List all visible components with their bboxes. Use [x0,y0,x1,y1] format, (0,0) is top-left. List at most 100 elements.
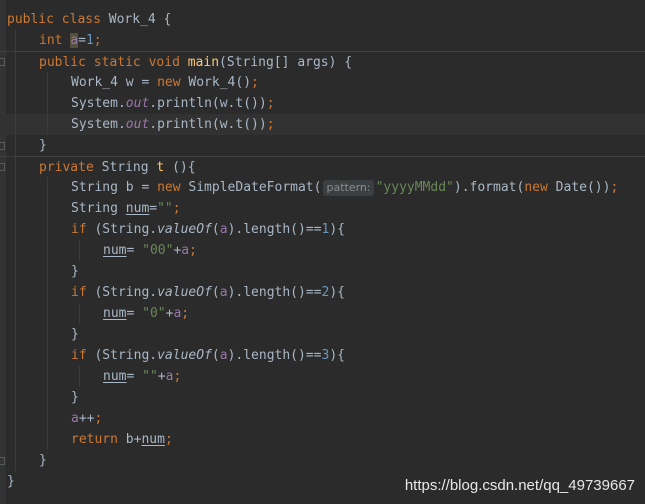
code-line[interactable]: if (String.valueOf(a).length()==1){ [0,219,645,240]
code-token: int [39,33,63,48]
code-token: ; [610,180,619,195]
code-token: ; [93,33,102,48]
code-line[interactable]: int a=1; [0,30,645,51]
code-line[interactable]: return b+num; [0,429,645,450]
code-token: ).length()== [227,222,322,237]
code-line[interactable]: num= "00"+a; [0,240,645,261]
indent-guide [79,240,80,261]
code-line[interactable]: a++; [0,408,645,429]
code-token: main [187,55,220,70]
code-line[interactable]: public static void main(String[] args) { [0,51,645,73]
code-line[interactable]: System.out.println(w.t()); [0,93,645,114]
code-token: public [7,12,54,27]
code-line[interactable]: } [0,450,645,471]
indent-guide [47,429,48,450]
code-token: Work_4 w = [71,75,158,90]
code-line[interactable]: } [0,324,645,345]
code-text: if (String.valueOf(a).length()==1){ [71,219,345,240]
code-token: ; [266,117,275,132]
indent-guide [79,303,80,324]
indent-guide [47,387,48,408]
code-line[interactable]: System.out.println(w.t()); [0,114,645,135]
code-token: a [70,33,79,48]
indent-guide [15,303,16,324]
code-line[interactable]: num= ""+a; [0,366,645,387]
code-token: ; [173,369,182,384]
code-token: b+ [117,432,142,447]
indent-guide [15,52,16,73]
fold-marker-icon[interactable] [0,457,5,465]
indent-guide [47,282,48,303]
indent-guide [47,261,48,282]
indent-guide [15,261,16,282]
code-token: Work_4 { [100,12,172,27]
code-line[interactable]: Work_4 w = new Work_4(); [0,72,645,93]
code-token: a [181,243,190,258]
indent-guide [15,387,16,408]
code-token: ; [189,243,197,258]
code-token: "yyyyMMdd" [375,180,454,195]
code-token: } [71,264,79,279]
code-token: SimpleDateFormat( [180,180,322,195]
code-token: ; [181,306,190,321]
fold-marker-icon[interactable] [0,163,5,171]
code-line[interactable]: } [0,261,645,282]
code-token: ){ [329,285,345,300]
code-token: (String. [86,285,158,300]
code-token: (String. [86,222,158,237]
code-token: 1 [85,33,94,48]
code-token: num [103,243,127,258]
code-line[interactable]: } [0,135,645,156]
code-token: "00" [142,243,174,258]
code-line[interactable]: public class Work_4 { [0,9,645,30]
fold-marker-icon[interactable] [0,142,5,150]
code-text: return b+num; [71,429,173,450]
indent-guide [15,324,16,345]
indent-guide [15,114,16,135]
code-token: ; [164,432,173,447]
code-token: a [219,285,228,300]
code-token: num [103,306,127,321]
indent-guide [15,177,16,198]
indent-guide [47,93,48,114]
indent-guide [47,345,48,366]
fold-marker-icon[interactable] [0,58,5,66]
code-token: Date()) [547,180,611,195]
code-editor[interactable]: public class Work_4 {int a=1; public stat… [0,0,645,504]
code-line[interactable]: private String t (){ [0,156,645,178]
code-text: if (String.valueOf(a).length()==2){ [71,282,345,303]
code-line[interactable]: if (String.valueOf(a).length()==3){ [0,345,645,366]
indent-guide [47,114,48,135]
code-line[interactable]: String num=""; [0,198,645,219]
code-line[interactable]: num= "0"+a; [0,303,645,324]
indent-guide [47,177,48,198]
code-token: num [141,432,165,447]
code-token: ++ [78,411,95,426]
code-text: } [71,387,79,408]
code-text: } [71,324,79,345]
code-token: } [39,453,47,468]
code-line[interactable]: if (String.valueOf(a).length()==2){ [0,282,645,303]
indent-guide [15,366,16,387]
code-token: } [71,327,79,342]
indent-guide [47,240,48,261]
code-text: } [7,471,15,492]
code-token: ; [266,96,275,111]
code-token: System. [71,117,126,132]
code-token: "" [157,201,173,216]
code-token: out [125,117,150,132]
code-token: System. [71,96,126,111]
code-line[interactable]: String b = new SimpleDateFormat(pattern:… [0,177,645,198]
code-token: a [71,411,79,426]
code-token: new [157,180,181,195]
code-text: System.out.println(w.t()); [71,93,275,114]
code-text: num= ""+a; [103,366,181,387]
indent-guide [15,429,16,450]
code-token: String b = [71,180,158,195]
code-text: a++; [71,408,102,429]
code-line[interactable]: } [0,387,645,408]
code-text: public class Work_4 { [7,9,171,30]
code-token: = [126,369,143,384]
indent-guide [15,282,16,303]
